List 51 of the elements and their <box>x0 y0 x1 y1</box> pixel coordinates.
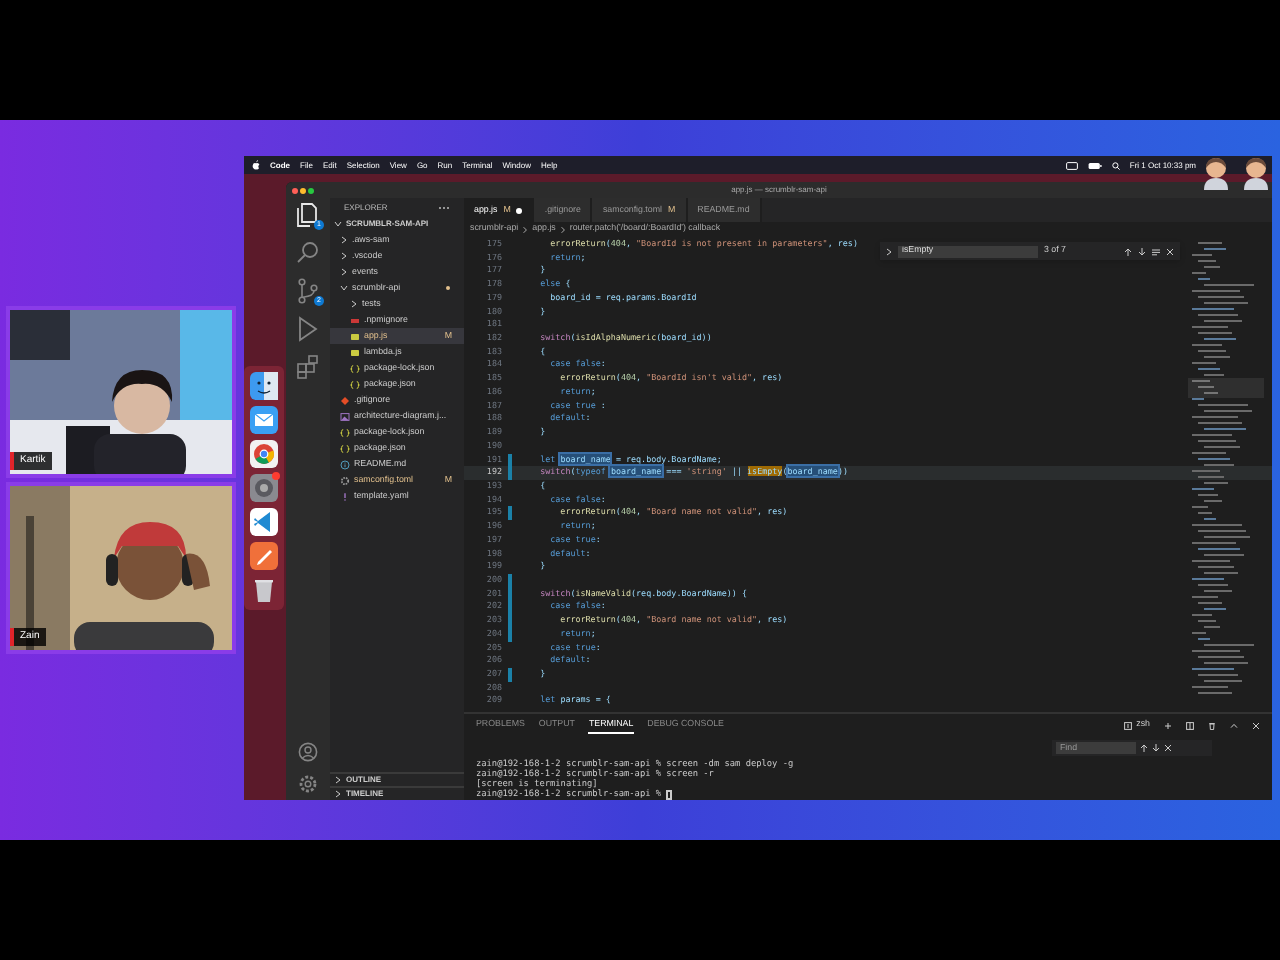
settings-app-icon[interactable] <box>250 473 278 501</box>
apple-icon <box>252 160 260 170</box>
files-icon[interactable] <box>296 202 320 228</box>
braces-icon <box>350 379 360 389</box>
finder-app-icon[interactable] <box>250 371 278 399</box>
search-icon[interactable] <box>296 240 320 266</box>
vscode-app-icon[interactable] <box>250 507 278 535</box>
close-icon[interactable] <box>1164 744 1172 752</box>
search-icon <box>1111 161 1120 169</box>
mail-app-icon[interactable] <box>250 405 278 433</box>
braces-icon <box>340 427 350 437</box>
avatar-icon <box>1204 158 1228 190</box>
branch-icon[interactable] <box>296 278 320 304</box>
arrow-down-icon[interactable] <box>1138 247 1146 255</box>
trash-app-icon[interactable] <box>250 575 278 603</box>
chevron-up-icon[interactable] <box>1230 721 1238 729</box>
diamond-icon <box>340 395 350 405</box>
arrow-up-icon[interactable] <box>1124 247 1132 255</box>
braces-icon <box>340 443 350 453</box>
display-icon <box>1065 161 1078 169</box>
close-button[interactable] <box>292 187 298 193</box>
minimize-button[interactable] <box>300 187 306 193</box>
cursor <box>666 790 673 800</box>
close-icon[interactable] <box>1166 247 1174 255</box>
battery-icon <box>1087 161 1102 169</box>
info-icon <box>340 459 350 469</box>
braces-icon <box>350 363 360 373</box>
arrow-down-icon[interactable] <box>1152 744 1160 752</box>
chevron-right-icon <box>559 225 566 233</box>
settings-icon <box>298 774 318 794</box>
gear-icon <box>340 475 350 485</box>
play-icon[interactable] <box>296 316 320 342</box>
chrome-app-icon[interactable] <box>250 439 278 467</box>
terminal-icon <box>1124 721 1133 729</box>
zoom-button[interactable] <box>308 187 314 193</box>
notification-badge <box>272 471 280 479</box>
lines-icon[interactable] <box>1152 247 1160 255</box>
image-file-icon <box>340 411 350 421</box>
exclamation-icon <box>340 491 350 501</box>
blocks-icon[interactable] <box>296 354 320 380</box>
plus-icon[interactable] <box>1164 721 1172 729</box>
account-icon <box>298 742 318 762</box>
chevron-icon <box>334 220 342 228</box>
avatar-icon <box>1244 158 1268 190</box>
chevron-right-icon <box>522 225 529 233</box>
pen-app-icon[interactable] <box>250 541 278 569</box>
close-icon[interactable] <box>1252 721 1260 729</box>
trash-icon[interactable] <box>1208 721 1216 729</box>
arrow-up-icon[interactable] <box>1140 744 1148 752</box>
split-icon[interactable] <box>1186 721 1194 729</box>
chevron-right-icon <box>886 247 892 255</box>
